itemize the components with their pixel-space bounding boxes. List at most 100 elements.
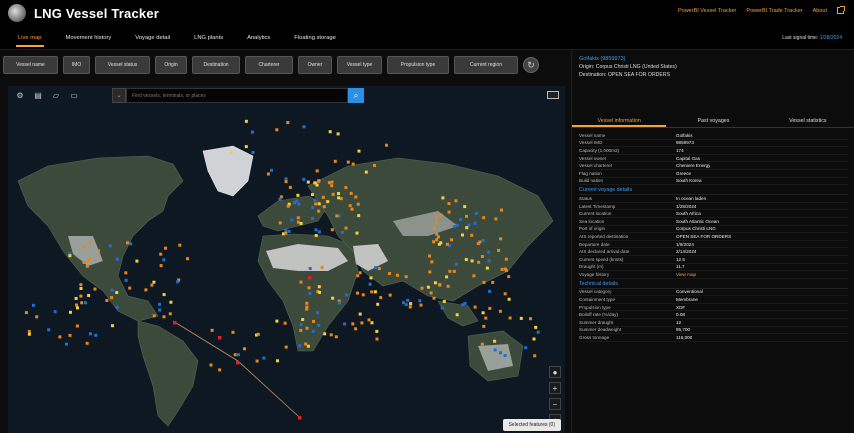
vessel-marker[interactable]: [305, 301, 309, 305]
vessel-marker[interactable]: [328, 130, 332, 134]
vessel-marker[interactable]: [320, 266, 324, 269]
nav-lng-plants[interactable]: LNG plants: [194, 35, 223, 41]
chevron-down-icon[interactable]: ⌄: [112, 88, 126, 103]
vessel-marker[interactable]: [316, 311, 320, 315]
vessel-marker[interactable]: [478, 240, 482, 244]
vessel-marker[interactable]: [330, 228, 334, 232]
vessel-marker[interactable]: [306, 180, 310, 184]
vessel-marker[interactable]: [354, 195, 358, 199]
vessel-marker[interactable]: [341, 230, 344, 234]
vessel-marker[interactable]: [306, 344, 310, 348]
vessel-marker[interactable]: [524, 346, 528, 350]
zoom-in-icon[interactable]: +: [549, 382, 561, 394]
vessel-marker[interactable]: [210, 328, 214, 332]
vessel-marker[interactable]: [250, 130, 254, 134]
vessel-marker[interactable]: [284, 228, 288, 232]
vessel-marker[interactable]: [339, 197, 343, 201]
vessel-marker[interactable]: [85, 264, 89, 268]
selected-vessel-marker[interactable]: [236, 361, 240, 365]
vessel-marker[interactable]: [484, 316, 488, 320]
vessel-marker[interactable]: [124, 278, 128, 282]
location-icon[interactable]: ●: [549, 366, 561, 378]
vessel-marker[interactable]: [481, 238, 485, 242]
vessel-marker[interactable]: [485, 266, 489, 270]
selected-vessel-marker[interactable]: [173, 321, 177, 325]
vessel-marker[interactable]: [105, 299, 109, 302]
vessel-marker[interactable]: [439, 213, 443, 217]
vessel-marker[interactable]: [503, 267, 507, 271]
vessel-marker[interactable]: [87, 294, 91, 297]
layers-icon[interactable]: ⚙: [14, 90, 26, 100]
vessel-marker[interactable]: [286, 204, 290, 208]
vessel-marker[interactable]: [315, 183, 319, 187]
vessel-marker[interactable]: [311, 216, 314, 220]
vessel-marker[interactable]: [305, 305, 309, 309]
vessel-marker[interactable]: [337, 301, 341, 305]
vessel-marker[interactable]: [432, 226, 436, 230]
vessel-marker[interactable]: [432, 296, 436, 300]
vessel-marker[interactable]: [299, 222, 303, 225]
vessel-marker[interactable]: [270, 168, 273, 172]
vessel-marker[interactable]: [307, 286, 311, 290]
vessel-marker[interactable]: [135, 259, 139, 263]
vessel-marker[interactable]: [301, 318, 305, 321]
vessel-marker[interactable]: [534, 325, 538, 329]
filter-origin[interactable]: Origin: [155, 56, 187, 74]
vessel-marker[interactable]: [373, 164, 376, 167]
vessel-marker[interactable]: [162, 258, 166, 262]
vessel-marker[interactable]: [84, 301, 87, 305]
vessel-marker[interactable]: [439, 241, 443, 245]
vessel-marker[interactable]: [115, 257, 119, 261]
vessel-name-link[interactable]: Golfakis (9859973): [579, 56, 847, 62]
vessel-marker[interactable]: [284, 345, 288, 349]
vessel-marker[interactable]: [491, 280, 495, 284]
vessel-marker[interactable]: [53, 310, 57, 314]
vessel-marker[interactable]: [209, 363, 213, 367]
vessel-marker[interactable]: [432, 240, 436, 244]
vessel-marker[interactable]: [357, 214, 361, 218]
vessel-marker[interactable]: [275, 319, 279, 323]
vessel-marker[interactable]: [168, 312, 172, 316]
view-map-link[interactable]: View map: [676, 272, 696, 277]
vessel-marker[interactable]: [488, 306, 492, 310]
vessel-marker[interactable]: [360, 321, 364, 325]
vessel-marker[interactable]: [296, 193, 300, 197]
vessel-marker[interactable]: [278, 197, 282, 201]
vessel-marker[interactable]: [88, 332, 92, 336]
vessel-marker[interactable]: [442, 300, 446, 303]
vessel-marker[interactable]: [480, 342, 484, 346]
vessel-marker[interactable]: [481, 311, 485, 315]
vessel-marker[interactable]: [455, 313, 459, 317]
vessel-marker[interactable]: [278, 221, 282, 225]
powerbi-vessel-link[interactable]: PowerBI Vessel Tracker: [678, 8, 736, 14]
vessel-marker[interactable]: [326, 200, 330, 204]
vessel-marker[interactable]: [305, 326, 309, 330]
filter-propulsion-type[interactable]: Propulsion type: [387, 56, 449, 74]
vessel-marker[interactable]: [334, 335, 338, 339]
vessel-marker[interactable]: [467, 223, 471, 227]
vessel-marker[interactable]: [532, 337, 536, 341]
vessel-marker[interactable]: [68, 333, 72, 337]
vessel-marker[interactable]: [388, 293, 392, 297]
vessel-marker[interactable]: [482, 280, 486, 284]
vessel-marker[interactable]: [452, 269, 456, 273]
vessel-marker[interactable]: [494, 217, 498, 221]
vessel-marker[interactable]: [461, 303, 465, 307]
vessel-marker[interactable]: [162, 293, 166, 297]
vessel-marker[interactable]: [447, 210, 451, 214]
vessel-marker[interactable]: [487, 250, 491, 254]
vessel-marker[interactable]: [276, 359, 279, 363]
vessel-marker[interactable]: [459, 218, 463, 222]
vessel-marker[interactable]: [477, 260, 481, 264]
vessel-marker[interactable]: [286, 121, 290, 125]
vessel-marker[interactable]: [290, 218, 294, 222]
vessel-marker[interactable]: [370, 290, 374, 294]
vessel-marker[interactable]: [47, 328, 51, 332]
vessel-marker[interactable]: [298, 344, 302, 348]
vessel-marker[interactable]: [358, 312, 362, 316]
vessel-marker[interactable]: [356, 274, 360, 278]
vessel-marker[interactable]: [461, 233, 464, 237]
vessel-marker[interactable]: [536, 330, 540, 334]
vessel-marker[interactable]: [437, 235, 440, 239]
filter-vessel-type[interactable]: Vessel type: [337, 56, 382, 74]
